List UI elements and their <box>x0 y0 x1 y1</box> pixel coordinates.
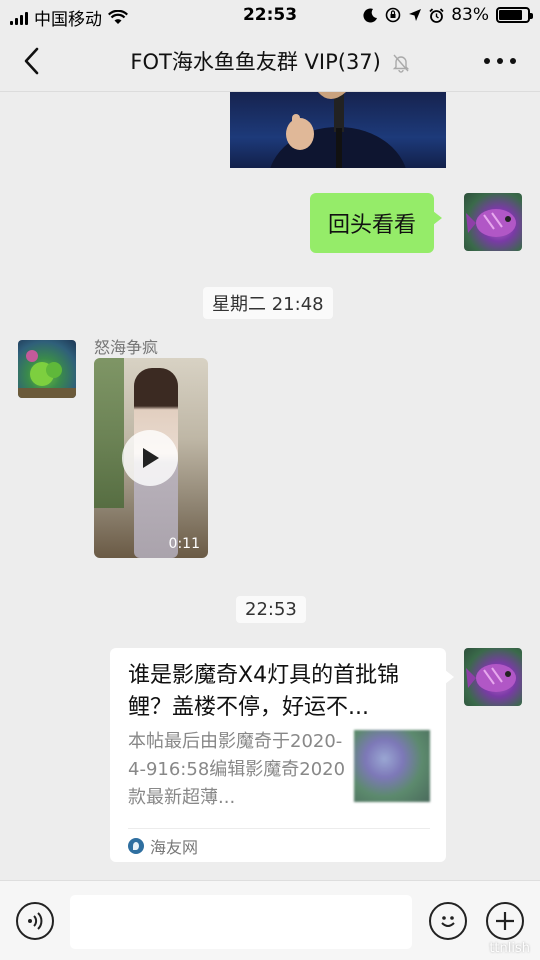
outgoing-message-text: 回头看看 <box>328 213 417 238</box>
more-button[interactable] <box>484 48 516 74</box>
message-input[interactable] <box>70 895 412 949</box>
more-dot <box>484 58 490 64</box>
play-button[interactable] <box>122 430 178 486</box>
battery-fill <box>499 10 523 20</box>
emoji-icon <box>441 916 455 927</box>
video-thumbnail-plant <box>94 358 124 508</box>
fish-avatar-image <box>466 664 516 692</box>
chat-area[interactable]: 回头看看 星期二 21:48 怒海争疯 0:11 22:53 谁是影魔奇X4灯具… <box>0 92 540 880</box>
sender-avatar[interactable] <box>18 340 76 398</box>
divider <box>128 828 430 829</box>
my-avatar[interactable] <box>464 193 522 251</box>
input-bar: ttnlish <box>0 880 540 960</box>
emoji-button[interactable] <box>429 902 467 940</box>
link-source: 海友网 <box>128 834 198 858</box>
sender-name: 怒海争疯 <box>94 338 159 357</box>
plus-circle-icon <box>496 912 514 930</box>
fish-avatar-image <box>466 209 516 237</box>
link-title: 谁是影魔奇X4灯具的首批锦鲤？盖楼不停，好运不... <box>128 663 400 720</box>
link-source-name: 海友网 <box>150 838 199 857</box>
chat-title-wrap: FOT海水鱼鱼友群 VIP(37) <box>0 46 540 76</box>
video-duration: 0:11 <box>168 536 200 552</box>
more-dot <box>497 58 503 64</box>
timestamp: 22:53 <box>236 596 306 623</box>
more-dot <box>510 58 516 64</box>
nav-bar: FOT海水鱼鱼友群 VIP(37) <box>0 30 540 92</box>
moon-icon <box>363 8 378 23</box>
status-bar: 中国移动 22:53 83% <box>0 0 540 30</box>
link-description: 本帖最后由影魔奇于2020-4-916:58编辑影魔奇2020款最新超薄... <box>128 731 346 808</box>
source-logo-icon <box>128 838 144 854</box>
battery-icon <box>496 7 533 23</box>
location-icon <box>409 9 422 21</box>
rotation-lock-icon <box>385 7 401 23</box>
battery-percent: 83% <box>451 5 489 25</box>
timestamp: 星期二 21:48 <box>203 287 333 319</box>
coral-avatar-image <box>18 350 76 398</box>
voice-icon <box>28 912 43 930</box>
add-button[interactable] <box>486 902 524 940</box>
image-message[interactable] <box>230 92 446 168</box>
voice-button[interactable] <box>16 902 54 940</box>
outgoing-message-bubble[interactable]: 回头看看 <box>310 193 443 253</box>
my-avatar[interactable] <box>464 648 522 706</box>
image-content <box>270 92 406 168</box>
bell-muted-icon <box>392 54 409 73</box>
play-icon <box>143 448 159 468</box>
link-card[interactable]: 谁是影魔奇X4灯具的首批锦鲤？盖楼不停，好运不... 本帖最后由影魔奇于2020… <box>110 648 454 862</box>
alarm-icon <box>429 7 444 23</box>
chat-title: FOT海水鱼鱼友群 VIP(37) <box>130 50 381 74</box>
video-message[interactable]: 0:11 <box>94 358 208 558</box>
link-thumbnail <box>354 730 430 802</box>
watermark: ttnlish <box>489 941 530 956</box>
status-right: 83% <box>363 5 533 25</box>
